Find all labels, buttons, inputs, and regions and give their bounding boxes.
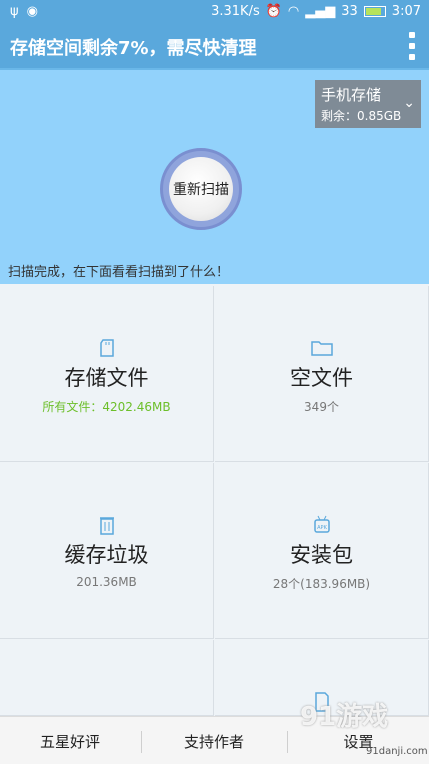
chevron-down-icon: ⌄: [403, 95, 415, 111]
sd-card-icon: [99, 338, 115, 358]
storage-files-card[interactable]: 存储文件 所有文件：4202.46MB: [0, 286, 214, 462]
page-title: 存储空间剩余7%，需尽快清理: [10, 38, 257, 59]
notification-icon: ◉: [26, 4, 38, 19]
scan-panel: 手机存储 剩余：0.85GB ⌄ 重新扫描 扫描完成，在下面看看扫描到了什么！: [0, 68, 429, 284]
watermark-logo: 91游戏: [300, 702, 389, 732]
support-author-button[interactable]: 支持作者: [142, 717, 286, 764]
network-speed: 3.31K/s: [211, 4, 260, 19]
storage-selector[interactable]: 手机存储 剩余：0.85GB ⌄: [315, 80, 421, 128]
svg-text:APK: APK: [317, 525, 327, 531]
cache-junk-label: 缓存垃圾: [64, 543, 149, 567]
watermark-domain: 91danji.com: [366, 746, 428, 757]
clock: 3:07: [391, 4, 421, 19]
storage-files-size: 所有文件：4202.46MB: [42, 400, 171, 414]
status-bar: ψ ◉ 3.31K/s ⏰ ◠ ▂▄▆ 33 3:07: [0, 0, 429, 24]
rate-button[interactable]: 五星好评: [0, 717, 140, 764]
title-bar: 存储空间剩余7%，需尽快清理: [0, 24, 429, 68]
empty-files-label: 空文件: [290, 366, 353, 390]
cache-junk-card[interactable]: 缓存垃圾 201.36MB: [0, 463, 214, 639]
empty-files-count: 349个: [304, 400, 339, 414]
storage-remaining: 剩余：0.85GB: [321, 109, 402, 123]
trash-icon: [99, 515, 115, 535]
signal-strength: 33: [341, 4, 358, 19]
cache-junk-size: 201.36MB: [76, 575, 137, 589]
signal-icon: ▂▄▆: [305, 4, 336, 19]
rescan-button[interactable]: 重新扫描: [169, 157, 233, 221]
wifi-icon: ◠: [287, 4, 300, 19]
folder-icon: [310, 338, 333, 358]
scan-ring: 重新扫描: [160, 148, 242, 230]
scan-message: 扫描完成，在下面看看扫描到了什么！: [8, 265, 230, 280]
battery-icon: [363, 6, 386, 17]
apk-icon: APK: [312, 515, 332, 535]
overflow-menu-icon[interactable]: [409, 32, 415, 60]
storage-title: 手机存储: [321, 86, 382, 104]
usb-icon: ψ: [10, 4, 19, 19]
category-grid: 存储文件 所有文件：4202.46MB 空文件 349个 缓存垃圾 201.36…: [0, 286, 429, 716]
apk-size: 28个(183.96MB): [272, 577, 371, 591]
storage-files-label: 存储文件: [64, 366, 149, 390]
apk-card[interactable]: APK 安装包 28个(183.96MB): [215, 463, 429, 639]
empty-cell: [0, 640, 214, 716]
apk-label: 安装包: [290, 543, 353, 567]
empty-files-card[interactable]: 空文件 349个: [215, 286, 429, 462]
alarm-icon: ⏰: [265, 4, 282, 19]
